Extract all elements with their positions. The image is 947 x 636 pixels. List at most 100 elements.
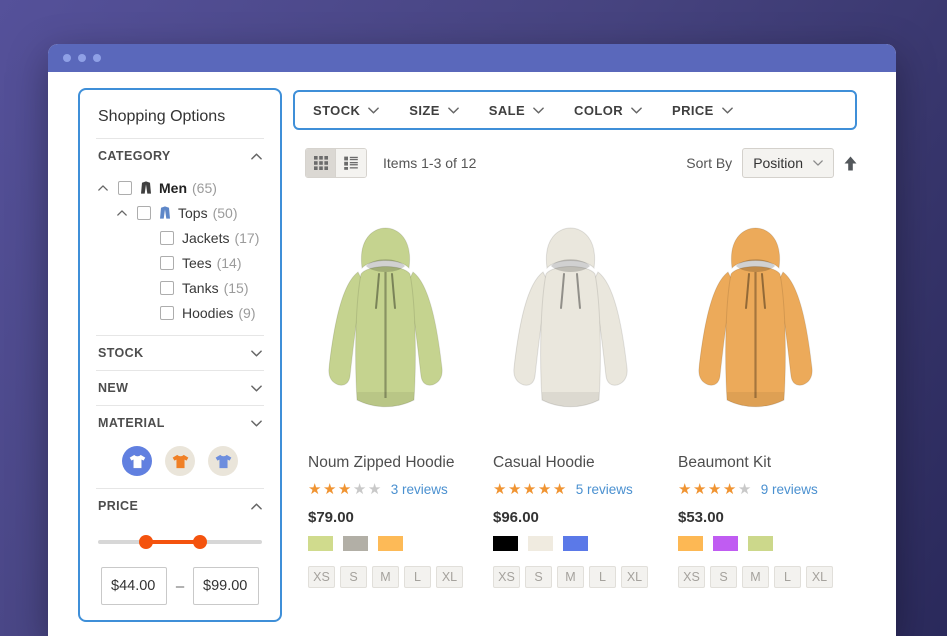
product-price: $96.00 (493, 509, 648, 526)
tree-item-men[interactable]: Men (65) (96, 175, 264, 200)
checkbox[interactable] (160, 306, 174, 320)
filter-size[interactable]: SIZE (409, 103, 459, 118)
reviews-link[interactable]: 9 reviews (761, 482, 818, 497)
tree-item-count: (65) (192, 180, 217, 196)
list-view-button[interactable] (336, 149, 366, 177)
category-tree: Men (65) Tops (50) Jackets (17) Tees (14… (96, 173, 264, 335)
slider-handle-min[interactable] (139, 535, 153, 549)
tree-item-label: Men (159, 180, 187, 196)
size-option[interactable]: XL (806, 566, 833, 588)
sort-select[interactable]: Position (742, 148, 834, 178)
window-dot-icon[interactable] (63, 54, 71, 62)
product-title[interactable]: Noum Zipped Hoodie (308, 454, 463, 472)
size-option[interactable]: M (557, 566, 584, 588)
size-option[interactable]: L (774, 566, 801, 588)
filter-price[interactable]: PRICE (672, 103, 733, 118)
chevron-down-icon (448, 107, 459, 114)
checkbox[interactable] (160, 256, 174, 270)
tree-item-tees[interactable]: Tees (14) (96, 250, 264, 275)
color-swatch[interactable] (678, 536, 703, 551)
color-swatch[interactable] (528, 536, 553, 551)
product-image[interactable] (678, 202, 833, 442)
collapse-caret-icon[interactable] (98, 185, 110, 191)
grid-icon (314, 156, 328, 170)
size-option[interactable]: L (404, 566, 431, 588)
stock-section-header[interactable]: STOCK (96, 336, 264, 370)
items-count-text: Items 1-3 of 12 (383, 155, 476, 171)
tree-item-jackets[interactable]: Jackets (17) (96, 225, 264, 250)
size-option[interactable]: XL (436, 566, 463, 588)
price-min-input[interactable] (101, 567, 167, 605)
material-tshirt-blue-icon[interactable] (208, 446, 238, 476)
product-rating: ★★★★★ 3 reviews (308, 480, 463, 498)
window-dot-icon[interactable] (93, 54, 101, 62)
color-swatch[interactable] (748, 536, 773, 551)
filter-bar: STOCK SIZE SALE COLOR PRICE (293, 90, 857, 130)
tree-item-count: (9) (238, 305, 255, 321)
size-option[interactable]: XS (308, 566, 335, 588)
filter-color[interactable]: COLOR (574, 103, 642, 118)
product-price: $79.00 (308, 509, 463, 526)
price-label: PRICE (98, 499, 138, 513)
star-rating: ★★★★★ (308, 480, 383, 498)
tree-item-hoodies[interactable]: Hoodies (9) (96, 300, 264, 325)
product-image[interactable] (308, 202, 463, 442)
slider-handle-max[interactable] (193, 535, 207, 549)
size-option[interactable]: L (589, 566, 616, 588)
price-inputs: – (101, 567, 259, 605)
size-option[interactable]: M (742, 566, 769, 588)
product-image[interactable] (493, 202, 648, 442)
reviews-link[interactable]: 5 reviews (576, 482, 633, 497)
size-option[interactable]: M (372, 566, 399, 588)
checkbox[interactable] (118, 181, 132, 195)
product-title[interactable]: Casual Hoodie (493, 454, 648, 472)
color-swatch[interactable] (563, 536, 588, 551)
product-rating: ★★★★★ 9 reviews (678, 480, 833, 498)
size-option[interactable]: S (710, 566, 737, 588)
product-card: Beaumont Kit ★★★★★ 9 reviews $53.00 XS S… (678, 202, 833, 588)
size-option[interactable]: S (525, 566, 552, 588)
window-titlebar[interactable] (48, 44, 896, 72)
chevron-up-icon (251, 153, 262, 160)
color-swatch[interactable] (713, 536, 738, 551)
new-label: NEW (98, 381, 128, 395)
product-title[interactable]: Beaumont Kit (678, 454, 833, 472)
material-tshirt-orange-icon[interactable] (165, 446, 195, 476)
price-section-header[interactable]: PRICE (96, 489, 264, 523)
collapse-caret-icon[interactable] (117, 210, 129, 216)
checkbox[interactable] (160, 281, 174, 295)
price-slider[interactable] (98, 535, 262, 549)
size-options: XS S M L XL (493, 566, 648, 588)
color-swatch[interactable] (308, 536, 333, 551)
size-option[interactable]: XS (493, 566, 520, 588)
chevron-down-icon (251, 420, 262, 427)
window-dot-icon[interactable] (78, 54, 86, 62)
size-option[interactable]: XS (678, 566, 705, 588)
tree-item-label: Tees (182, 255, 212, 271)
checkbox[interactable] (137, 206, 151, 220)
size-option[interactable]: S (340, 566, 367, 588)
jacket-dark-icon (140, 181, 152, 194)
material-tshirt-white-icon[interactable] (122, 446, 152, 476)
size-option[interactable]: XL (621, 566, 648, 588)
category-label: CATEGORY (98, 149, 171, 163)
tree-item-tanks[interactable]: Tanks (15) (96, 275, 264, 300)
color-swatches (308, 536, 463, 551)
reviews-link[interactable]: 3 reviews (391, 482, 448, 497)
material-section-header[interactable]: MATERIAL (96, 406, 264, 440)
grid-view-button[interactable] (306, 149, 336, 177)
checkbox[interactable] (160, 231, 174, 245)
color-swatch[interactable] (343, 536, 368, 551)
new-section-header[interactable]: NEW (96, 371, 264, 405)
filter-stock[interactable]: STOCK (313, 103, 379, 118)
filter-sale[interactable]: SALE (489, 103, 544, 118)
stock-label: STOCK (98, 346, 144, 360)
price-max-input[interactable] (193, 567, 259, 605)
sort-direction-button[interactable] (844, 156, 857, 171)
tree-item-tops[interactable]: Tops (50) (96, 200, 264, 225)
tree-item-count: (50) (213, 205, 238, 221)
category-section-header[interactable]: CATEGORY (96, 139, 264, 173)
size-options: XS S M L XL (678, 566, 833, 588)
color-swatch[interactable] (378, 536, 403, 551)
color-swatch[interactable] (493, 536, 518, 551)
